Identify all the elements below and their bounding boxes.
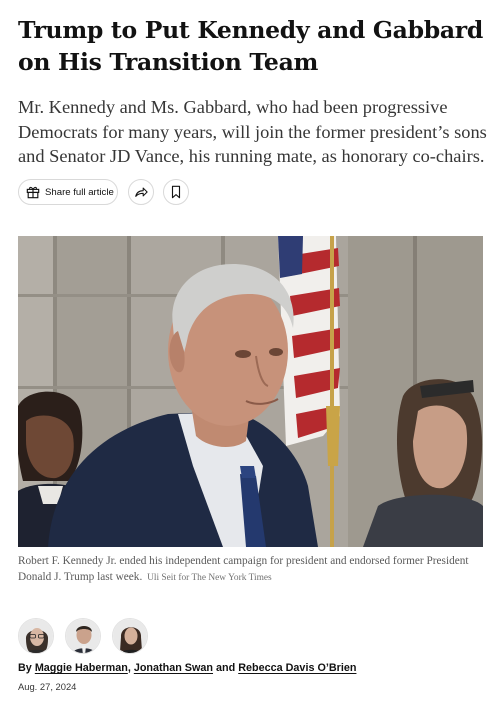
photo-caption: Robert F. Kennedy Jr. ended his independ… — [18, 553, 483, 586]
share-button-label: Share full article — [45, 186, 114, 198]
article-summary: Mr. Kennedy and Ms. Gabbard, who had bee… — [18, 97, 487, 166]
publish-date: Aug. 27, 2024 — [18, 681, 77, 692]
share-full-article-button[interactable]: Share full article — [18, 179, 118, 205]
author-avatar-maggie-haberman[interactable] — [18, 618, 54, 654]
gift-icon — [26, 186, 40, 199]
byline: By Maggie Haberman, Jonathan Swan and Re… — [18, 662, 488, 674]
author-link-maggie-haberman[interactable]: Maggie Haberman — [35, 662, 128, 674]
save-bookmark-button[interactable] — [163, 179, 189, 205]
photo-credit: Uli Seit for The New York Times — [147, 573, 272, 583]
article-headline: Trump to Put Kennedy and Gabbard on His … — [18, 16, 484, 76]
author-link-rebecca-davis-obrien[interactable]: Rebecca Davis O’Brien — [238, 662, 356, 674]
byline-separator: , — [127, 662, 131, 674]
bookmark-icon — [171, 185, 181, 199]
author-avatar-jonathan-swan[interactable] — [65, 618, 101, 654]
share-arrow-icon — [135, 187, 148, 197]
article-photo — [18, 236, 483, 547]
author-avatar-rebecca-davis-obrien[interactable] — [112, 618, 148, 654]
share-button[interactable] — [128, 179, 154, 205]
author-link-jonathan-swan[interactable]: Jonathan Swan — [134, 662, 213, 674]
byline-prefix: By — [18, 662, 32, 674]
byline-conjunction: and — [216, 662, 236, 674]
